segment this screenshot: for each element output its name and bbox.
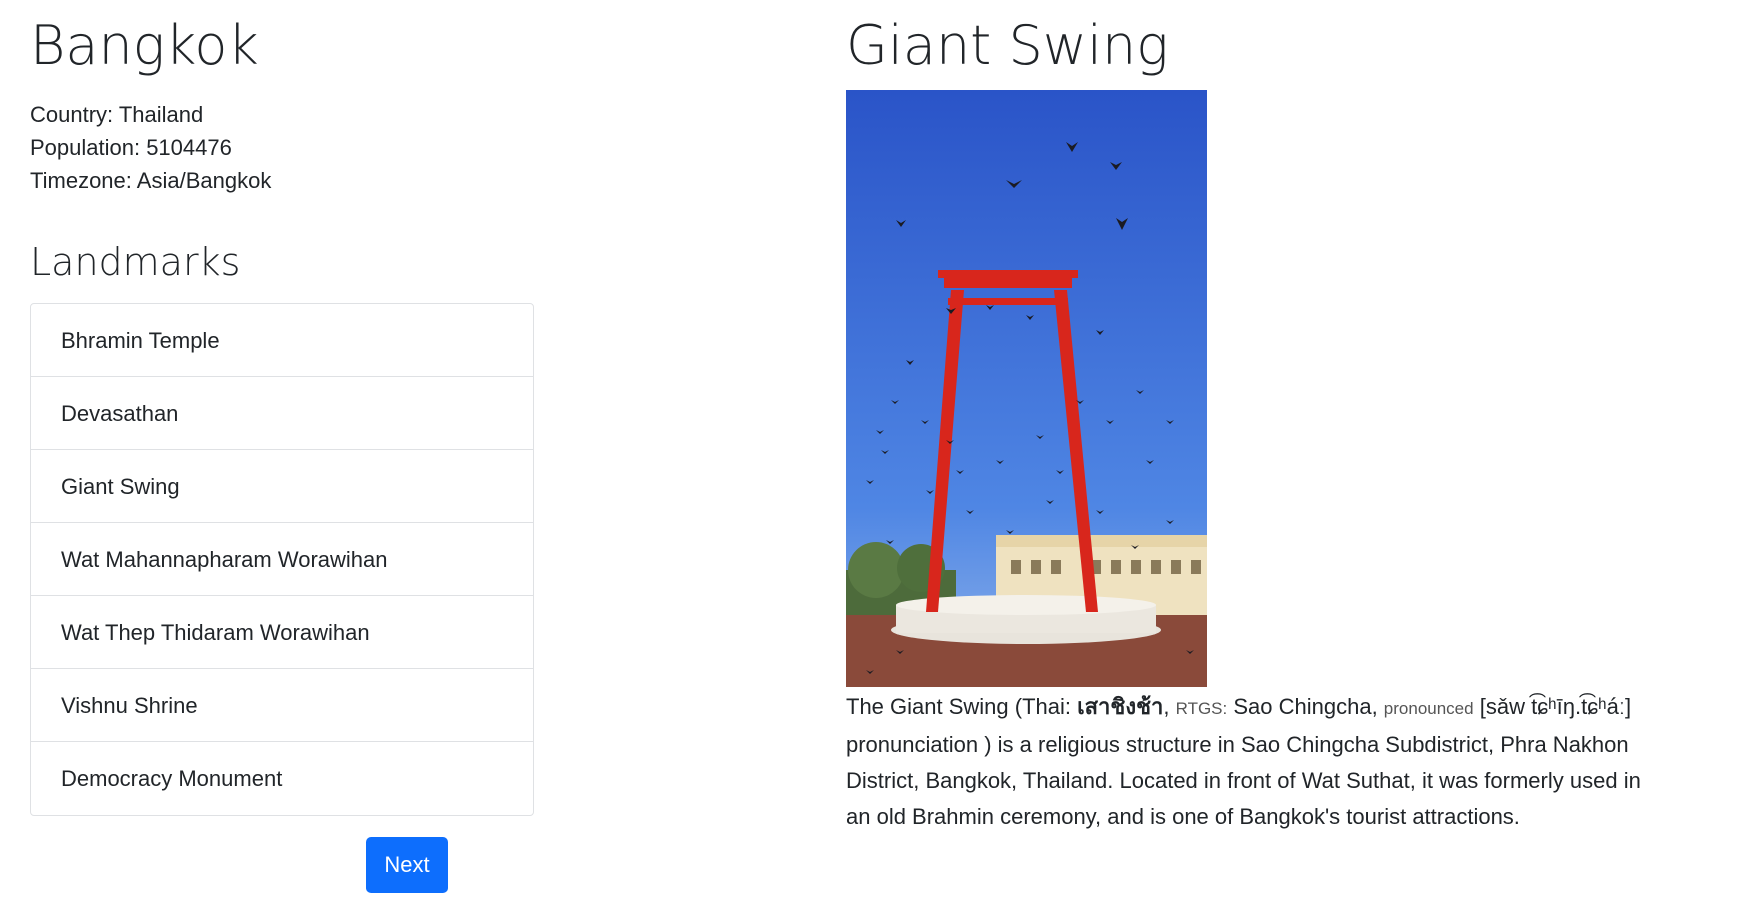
landmark-item-vishnu-shrine[interactable]: Vishnu Shrine — [31, 669, 533, 742]
desc-pronounced-label: pronounced — [1383, 699, 1474, 718]
landmark-item-wat-thep-thidaram[interactable]: Wat Thep Thidaram Worawihan — [31, 596, 533, 669]
desc-ipa: [sǎw t͡ɕʰīŋ.t͡ɕʰáː] — [1473, 694, 1632, 719]
city-panel: Bangkok Country: Thailand Population: 51… — [30, 0, 590, 816]
landmark-list: Bhramin Temple Devasathan Giant Swing Wa… — [30, 303, 534, 816]
country-text: Country: Thailand — [30, 102, 204, 127]
landmark-description: The Giant Swing (Thai: เสาชิงช้า, RTGS: … — [846, 689, 1656, 835]
landmarks-heading: Landmarks — [30, 240, 241, 284]
landmark-item-democracy-monument[interactable]: Democracy Monument — [31, 742, 533, 815]
landmark-item-giant-swing[interactable]: Giant Swing — [31, 450, 533, 523]
population-text: Population: 5104476 — [30, 135, 232, 160]
city-info: Country: Thailand Population: 5104476 Ti… — [30, 98, 590, 197]
city-title: Bangkok — [30, 14, 259, 77]
landmark-item-wat-mahannapharam[interactable]: Wat Mahannapharam Worawihan — [31, 523, 533, 596]
desc-part-2: , — [1163, 694, 1176, 719]
giant-swing-photo — [846, 90, 1207, 687]
desc-rtgs-label: RTGS: — [1175, 699, 1228, 718]
landmark-item-bhramin-temple[interactable]: Bhramin Temple — [31, 304, 533, 377]
landmark-title: Giant Swing — [846, 14, 1169, 77]
desc-part-3: Sao Chingcha, — [1227, 694, 1384, 719]
desc-part-1: The Giant Swing (Thai: — [846, 694, 1078, 719]
giant-swing-illustration — [846, 90, 1207, 687]
landmark-item-devasathan[interactable]: Devasathan — [31, 377, 533, 450]
next-button[interactable]: Next — [366, 837, 448, 893]
desc-thai-name: เสาชิงช้า — [1077, 694, 1164, 719]
landmark-detail: Giant Swing The Giant Swing (Thai: เสาชิ… — [846, 0, 1666, 835]
desc-part-4: pronunciation ) is a religious structure… — [846, 732, 1641, 829]
timezone-text: Timezone: Asia/Bangkok — [30, 168, 272, 193]
